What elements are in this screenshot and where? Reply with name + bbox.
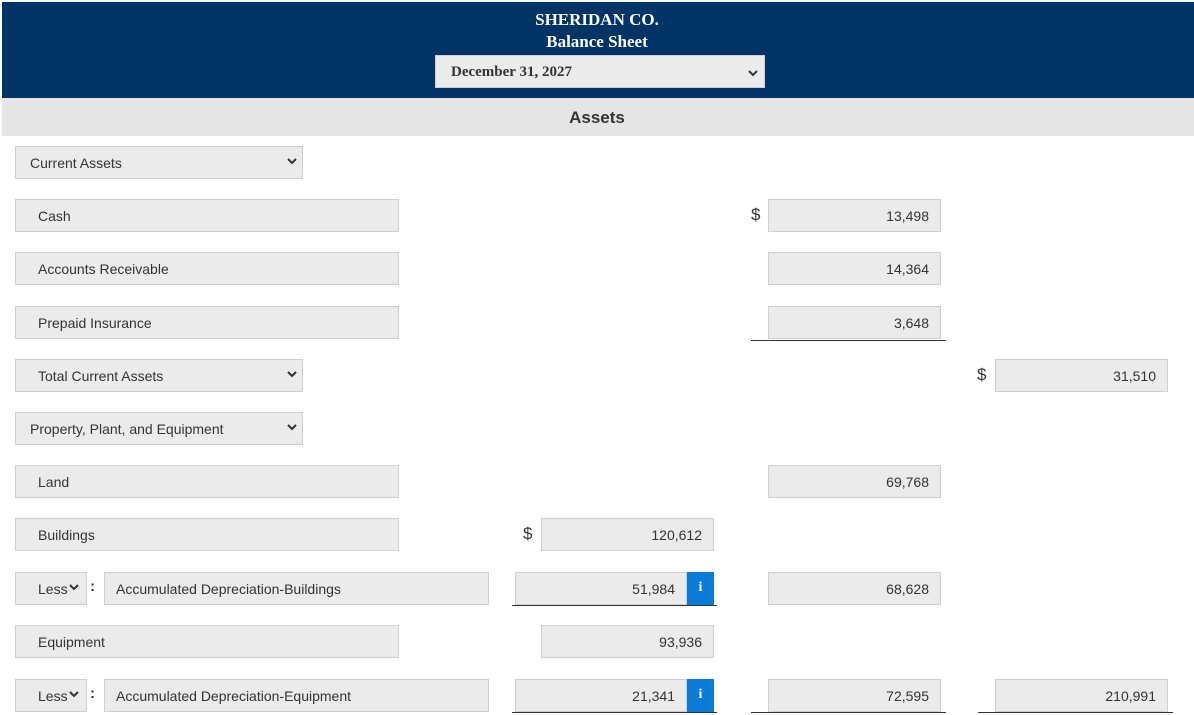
less-select-value: Less [38,581,68,597]
date-select[interactable]: December 31, 2027 [435,55,765,88]
buildings-net-amount-field[interactable]: 68,628 [768,572,941,605]
ppe-select[interactable]: Property, Plant, and Equipment [15,412,303,445]
acc-dep-equipment-amount-field[interactable]: 21,341 [515,679,687,712]
chevron-down-icon [287,424,297,431]
less-select-value: Less [38,688,68,704]
less-select-equipment[interactable]: Less [15,679,87,712]
buildings-label-field[interactable]: Buildings [15,518,399,551]
statement-title: Balance Sheet [546,32,648,51]
chevron-down-icon [287,371,297,378]
dollar-sign: $ [977,365,987,384]
subtotal-underline [978,712,1173,713]
colon-separator: : [90,578,95,595]
less-select-buildings[interactable]: Less [15,572,87,605]
buildings-amount-field[interactable]: 120,612 [541,518,714,551]
total-current-amount-field[interactable]: 31,510 [995,359,1168,392]
dollar-sign: $ [523,524,533,543]
current-assets-select-value: Current Assets [30,155,122,171]
acc-dep-buildings-amount-field[interactable]: 51,984 [515,572,687,605]
equipment-label-field[interactable]: Equipment [15,625,399,658]
acc-dep-buildings-label-field[interactable]: Accumulated Depreciation-Buildings [104,572,489,605]
chevron-down-icon [287,158,297,165]
prepaid-amount-field[interactable]: 3,648 [768,306,941,339]
section-title: Assets [569,108,625,127]
colon-separator: : [90,685,95,702]
ar-label-field[interactable]: Accounts Receivable [15,252,399,285]
chevron-down-icon [69,584,79,591]
equipment-amount-field[interactable]: 93,936 [541,625,714,658]
subtotal-underline [751,712,946,713]
chevron-down-icon [69,691,79,698]
dollar-sign: $ [751,205,761,224]
cash-label-field[interactable]: Cash [15,199,399,232]
equipment-net-amount-field[interactable]: 72,595 [768,679,941,712]
date-select-value: December 31, 2027 [451,64,572,80]
info-icon[interactable]: i [687,679,714,712]
ppe-select-value: Property, Plant, and Equipment [30,421,224,437]
total-ppe-amount-field[interactable]: 210,991 [995,679,1168,712]
cash-amount-field[interactable]: 13,498 [768,199,941,232]
subtotal-underline [512,712,717,713]
land-label-field[interactable]: Land [15,465,399,498]
current-assets-select[interactable]: Current Assets [15,146,303,179]
company-name: SHERIDAN CO. [535,10,659,29]
total-current-assets-select-value: Total Current Assets [38,368,164,384]
acc-dep-equipment-label-field[interactable]: Accumulated Depreciation-Equipment [104,679,489,712]
total-current-assets-select[interactable]: Total Current Assets [15,359,303,392]
info-icon[interactable]: i [687,572,714,605]
subtotal-underline [512,605,717,606]
prepaid-label-field[interactable]: Prepaid Insurance [15,306,399,339]
subtotal-underline [751,340,946,341]
land-amount-field[interactable]: 69,768 [768,465,941,498]
chevron-down-icon [748,70,758,77]
ar-amount-field[interactable]: 14,364 [768,252,941,285]
